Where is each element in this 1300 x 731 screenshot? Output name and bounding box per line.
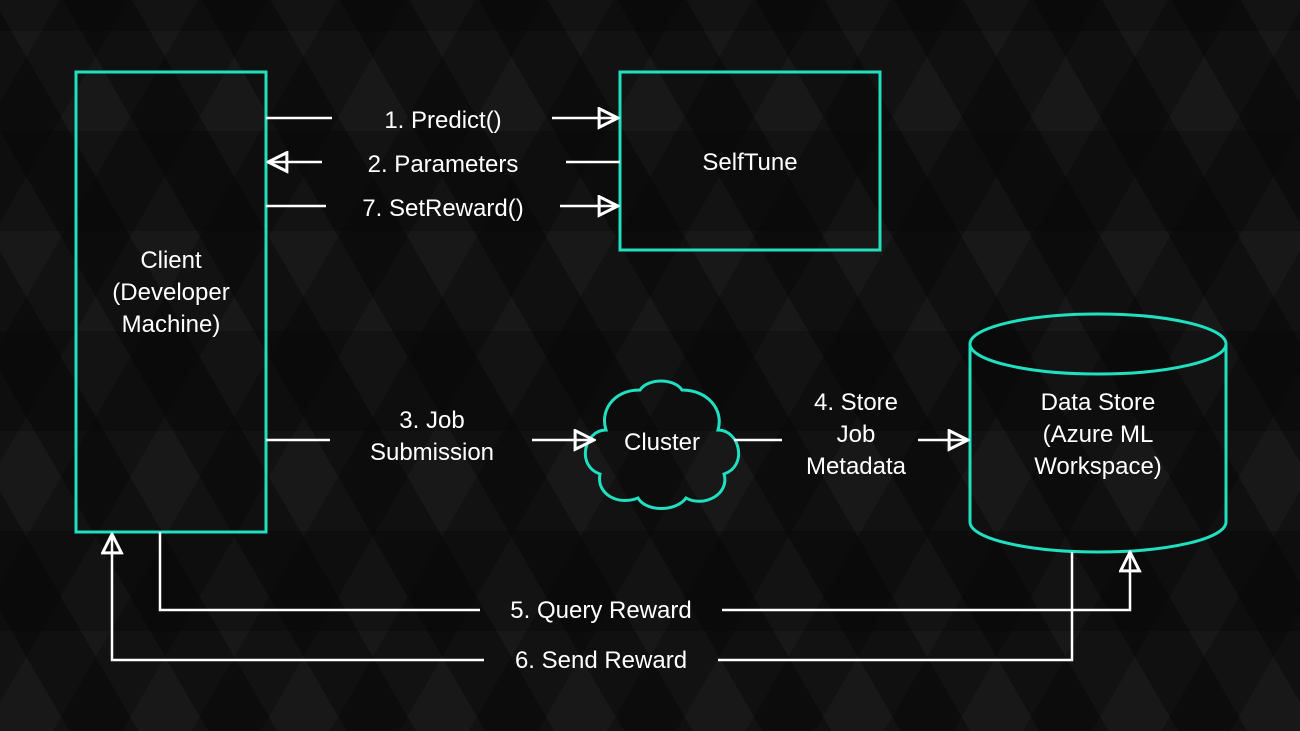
cluster-label: Cluster (624, 429, 700, 456)
client-label-1: Client (140, 247, 202, 274)
edge-store-label3: Metadata (806, 453, 907, 480)
edge-job-label2: Submission (370, 439, 494, 466)
edge-store-label2: Job (837, 421, 876, 448)
edge-query-label: 5. Query Reward (510, 597, 691, 624)
architecture-diagram: Client (Developer Machine) SelfTune Clus… (0, 0, 1300, 731)
edge-store-label1: 4. Store (814, 389, 898, 416)
edge-setreward-label: 7. SetReward() (362, 195, 523, 222)
edge-job-label1: 3. Job (399, 407, 464, 434)
edge-parameters-label: 2. Parameters (368, 151, 519, 178)
edge-predict-label: 1. Predict() (384, 107, 501, 134)
edge-send-right (718, 552, 1072, 660)
datastore-label-1: Data Store (1041, 389, 1156, 416)
datastore-label-3: Workspace) (1034, 453, 1162, 480)
edge-query-right (722, 554, 1130, 610)
edge-query-left (160, 532, 480, 610)
edge-send-label: 6. Send Reward (515, 647, 687, 674)
datastore-label-2: (Azure ML (1043, 421, 1154, 448)
selftune-label: SelfTune (702, 149, 797, 176)
client-label-2: (Developer (112, 279, 229, 306)
client-label-3: Machine) (122, 311, 221, 338)
edge-send-left (112, 536, 484, 660)
